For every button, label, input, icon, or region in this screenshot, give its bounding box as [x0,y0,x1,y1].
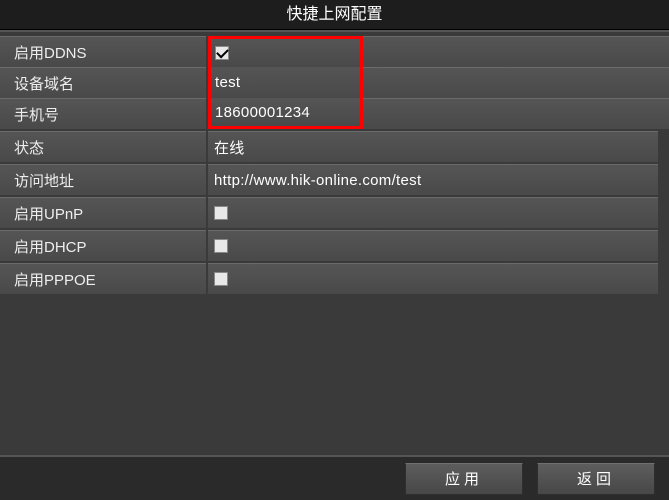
checkbox-enable-ddns[interactable] [215,46,229,60]
checkbox-enable-upnp[interactable] [214,206,228,220]
label-enable-ddns: 启用DDNS [0,36,206,67]
filler [363,98,669,129]
checkbox-enable-pppoe[interactable] [214,272,228,286]
value-enable-dhcp[interactable] [208,230,658,261]
value-access-url: http://www.hik-online.com/test [214,172,421,189]
label-access-url: 访问地址 [0,164,206,195]
value-enable-ddns[interactable] [208,36,363,67]
input-device-domain[interactable]: test [208,67,363,98]
label-device-domain: 设备域名 [0,67,206,98]
value-enable-upnp[interactable] [208,197,658,228]
label-phone: 手机号 [0,98,206,129]
main-panel: 启用DDNS 设备域名 test 手机号 18600001234 状态 在线 [0,30,669,455]
value-device-domain: test [215,74,240,91]
checkbox-enable-dhcp[interactable] [214,239,228,253]
value-enable-pppoe[interactable] [208,263,658,294]
value-status: 在线 [214,137,245,158]
label-enable-pppoe: 启用PPPOE [0,263,206,294]
label-enable-dhcp: 启用DHCP [0,230,206,261]
footer: 应用 返回 [0,455,669,500]
window-title: 快捷上网配置 [0,0,669,30]
input-phone[interactable]: 18600001234 [208,98,363,129]
filler [363,67,669,98]
back-button[interactable]: 返回 [537,463,655,495]
value-access-url-cell: http://www.hik-online.com/test [208,164,658,195]
apply-button[interactable]: 应用 [405,463,523,495]
label-enable-upnp: 启用UPnP [0,197,206,228]
value-phone: 18600001234 [215,104,310,121]
label-status: 状态 [0,131,206,162]
value-status-cell: 在线 [208,131,658,162]
filler [363,36,669,67]
